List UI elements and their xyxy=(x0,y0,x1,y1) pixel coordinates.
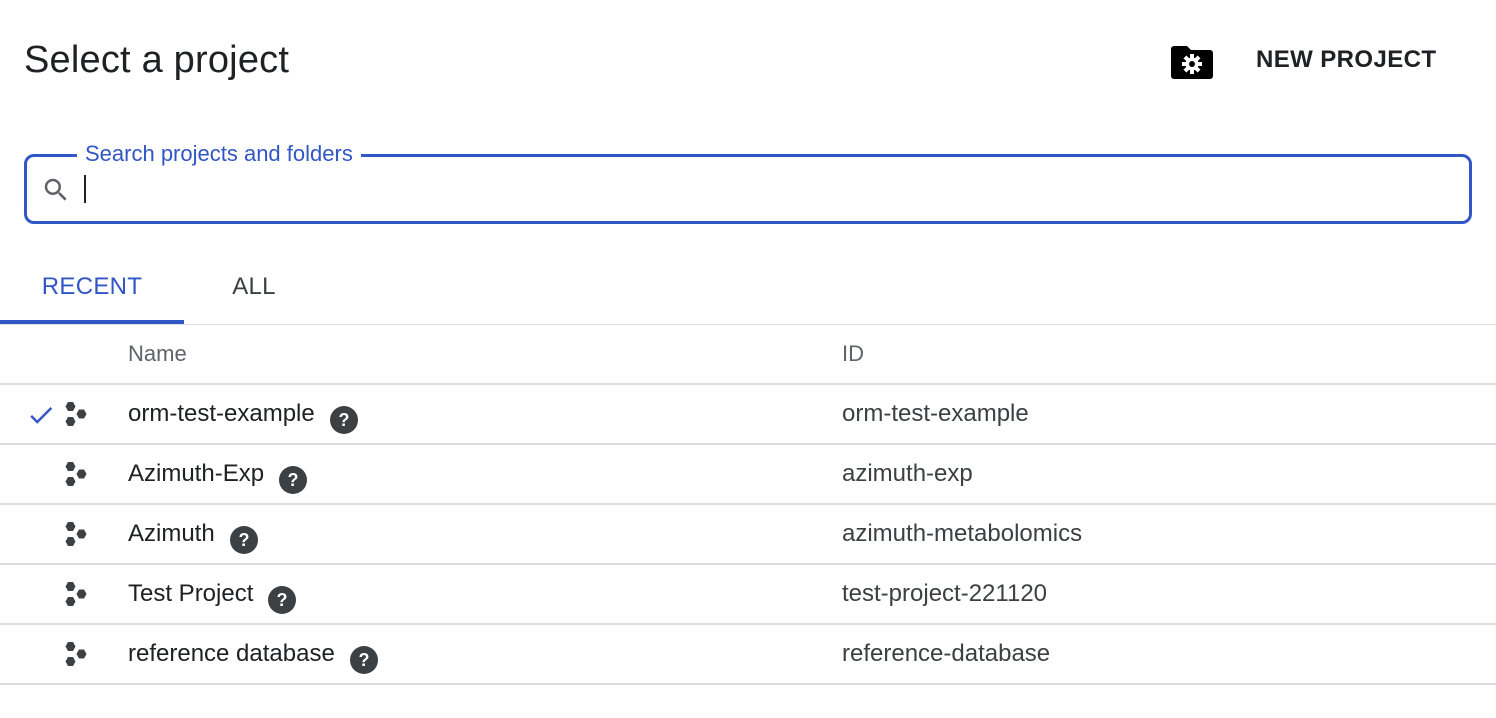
project-id: test-project-221120 xyxy=(842,580,1048,607)
project-name: Azimuth xyxy=(128,520,215,547)
project-hexagons-icon xyxy=(62,640,94,670)
project-hexagons-icon xyxy=(62,520,94,550)
new-project-button[interactable]: NEW PROJECT xyxy=(1240,36,1452,84)
projects-table: Name ID orm-test-example ? orm-test-exam… xyxy=(0,325,1496,685)
search-label: Search projects and folders xyxy=(77,139,361,169)
search-field[interactable]: Search projects and folders xyxy=(24,139,1472,224)
svg-text:?: ? xyxy=(277,590,288,610)
svg-text:?: ? xyxy=(358,650,369,670)
table-row[interactable]: Test Project ? test-project-221120 xyxy=(0,565,1496,625)
help-icon[interactable]: ? xyxy=(267,579,297,614)
help-icon[interactable]: ? xyxy=(349,639,379,674)
svg-text:?: ? xyxy=(238,530,249,550)
help-icon[interactable]: ? xyxy=(278,459,308,494)
table-row[interactable]: orm-test-example ? orm-test-example xyxy=(0,385,1496,445)
project-hexagons-icon xyxy=(62,400,94,430)
project-name: Test Project xyxy=(128,580,254,607)
project-name: reference database xyxy=(128,640,335,667)
help-icon[interactable]: ? xyxy=(329,399,359,434)
column-header-name[interactable]: Name xyxy=(128,325,187,383)
check-icon xyxy=(26,400,56,430)
table-row[interactable]: Azimuth ? azimuth-metabolomics xyxy=(0,505,1496,565)
project-hexagons-icon xyxy=(62,460,94,490)
table-header-row: Name ID xyxy=(0,325,1496,385)
svg-text:?: ? xyxy=(288,470,299,490)
project-name-cell: Azimuth-Exp ? xyxy=(128,445,308,503)
tab-bar: RECENT ALL xyxy=(0,252,1496,324)
page-title: Select a project xyxy=(24,39,290,81)
tab-all-label: ALL xyxy=(232,273,276,300)
tab-recent[interactable]: RECENT xyxy=(0,252,184,324)
project-name-cell: Test Project ? xyxy=(128,565,297,623)
project-name-cell: reference database ? xyxy=(128,625,379,683)
search-input[interactable] xyxy=(83,169,1443,209)
manage-resources-icon[interactable] xyxy=(1170,42,1214,80)
project-id: azimuth-exp xyxy=(842,460,973,487)
table-row[interactable]: reference database ? reference-database xyxy=(0,625,1496,685)
svg-text:?: ? xyxy=(338,410,349,430)
project-id: azimuth-metabolomics xyxy=(842,520,1083,547)
project-name: orm-test-example xyxy=(128,400,315,427)
project-id: reference-database xyxy=(842,640,1051,667)
project-name-cell: Azimuth ? xyxy=(128,505,259,563)
search-icon xyxy=(41,175,71,205)
tab-recent-label: RECENT xyxy=(41,273,143,300)
project-name: Azimuth-Exp xyxy=(128,460,265,487)
project-id: orm-test-example xyxy=(842,400,1029,427)
project-hexagons-icon xyxy=(62,580,94,610)
tab-all[interactable]: ALL xyxy=(184,252,324,324)
help-icon[interactable]: ? xyxy=(229,519,259,554)
column-header-id[interactable]: ID xyxy=(842,325,864,383)
project-name-cell: orm-test-example ? xyxy=(128,385,359,443)
table-row[interactable]: Azimuth-Exp ? azimuth-exp xyxy=(0,445,1496,505)
